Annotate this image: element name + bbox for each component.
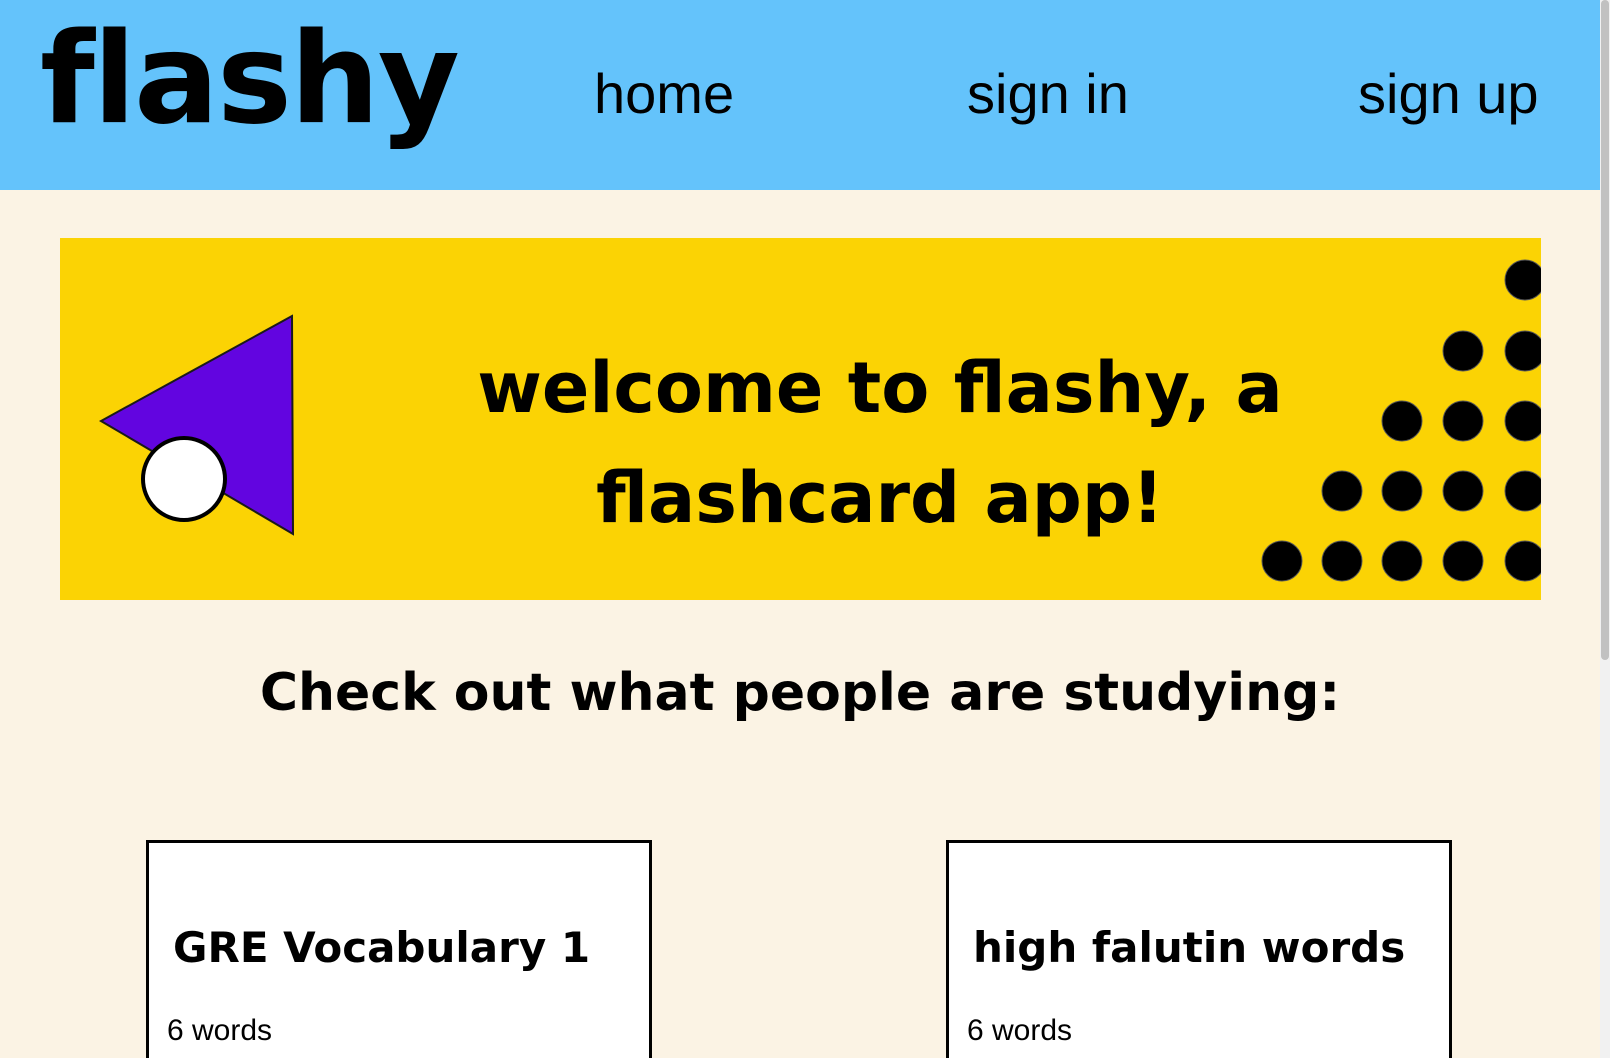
scrollbar-thumb[interactable] <box>1601 0 1609 660</box>
banner-heading-line-2: flashcard app! <box>596 457 1164 539</box>
dot-shape <box>1381 470 1423 512</box>
dot-shape <box>1504 400 1541 442</box>
logo[interactable]: flashy <box>40 16 460 142</box>
deck-card-gre-vocabulary[interactable]: GRE Vocabulary 1 6 words <box>146 840 652 1058</box>
dot-shape <box>1504 330 1541 372</box>
banner-heading-line-1: welcome to flashy, a <box>477 347 1283 429</box>
deck-title: high falutin words <box>973 923 1406 972</box>
page: flashy home sign in sign up welcome to f… <box>0 0 1610 1058</box>
navbar: flashy home sign in sign up <box>0 0 1600 190</box>
white-circle-shape <box>141 436 227 522</box>
dot-shape <box>1504 259 1541 301</box>
dot-shape <box>1381 400 1423 442</box>
dot-shape <box>1504 470 1541 512</box>
nav-link-sign-up[interactable]: sign up <box>1358 66 1539 122</box>
deck-word-count: 6 words <box>167 1014 273 1047</box>
banner-heading: welcome to flashy, a flashcard app! <box>400 333 1360 553</box>
nav-link-home[interactable]: home <box>594 66 734 122</box>
deck-word-count: 6 words <box>967 1014 1073 1047</box>
dot-shape <box>1442 540 1484 582</box>
dot-shape <box>1381 540 1423 582</box>
dot-shape <box>1504 540 1541 582</box>
dot-shape <box>1442 470 1484 512</box>
deck-title: GRE Vocabulary 1 <box>173 923 591 972</box>
deck-card-high-falutin-words[interactable]: high falutin words 6 words <box>946 840 1452 1058</box>
studying-heading: Check out what people are studying: <box>259 663 1341 723</box>
dot-shape <box>1442 330 1484 372</box>
dot-shape <box>1442 400 1484 442</box>
nav-link-sign-in[interactable]: sign in <box>967 66 1129 122</box>
welcome-banner: welcome to flashy, a flashcard app! <box>60 238 1541 600</box>
